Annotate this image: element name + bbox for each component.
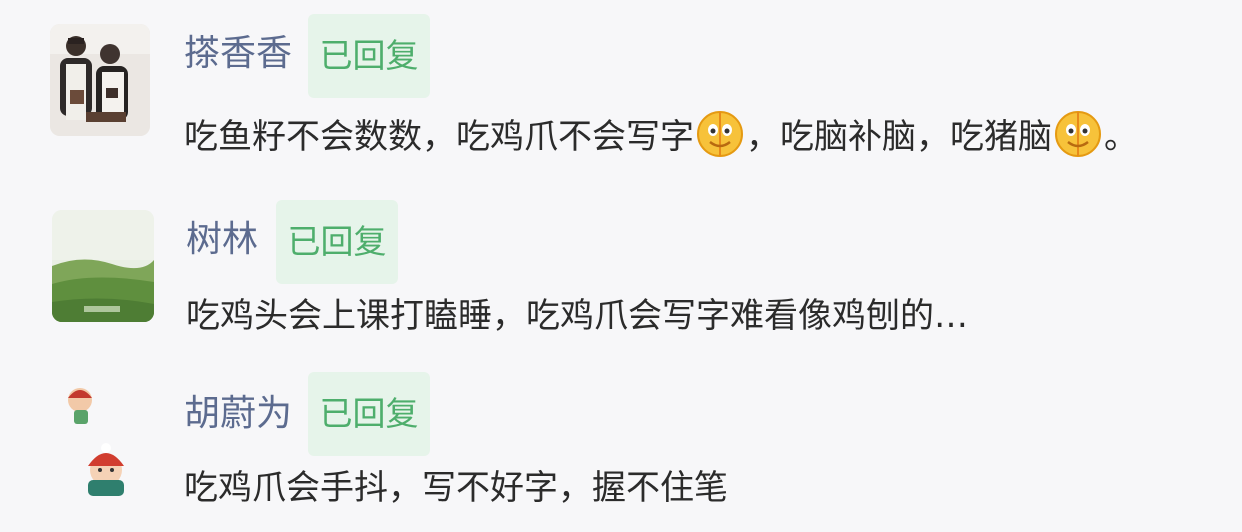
replied-badge: 已回复 [308, 372, 430, 456]
replied-badge: 已回复 [308, 14, 430, 98]
comment-item: 搽香香 已回复 吃鱼籽不会数数，吃鸡爪不会写字 ，吃脑补脑，吃猪脑 。 [0, 0, 1242, 190]
comment-text-part: 。 [1104, 117, 1138, 157]
comment-text-part: 吃鱼籽不会数数，吃鸡爪不会写字 [184, 117, 694, 157]
couple-photo-avatar-icon [50, 24, 150, 136]
commenter-name[interactable]: 树林 [186, 220, 258, 260]
comment-text: 吃鱼籽不会数数，吃鸡爪不会写字 ，吃脑补脑，吃猪脑 。 [184, 110, 1138, 158]
cartoon-kids-avatar-icon [68, 388, 124, 496]
comment-list: 搽香香 已回复 吃鱼籽不会数数，吃鸡爪不会写字 ，吃脑补脑，吃猪脑 。 树林 已… [0, 0, 1242, 532]
commenter-name[interactable]: 胡蔚为 [184, 394, 292, 434]
comment-text-part: ，吃脑补脑，吃猪脑 [746, 117, 1052, 157]
comment-text: 吃鸡爪会手抖，写不好字，握不住笔 [184, 468, 728, 508]
comment-item: 胡蔚为 已回复 吃鸡爪会手抖，写不好字，握不住笔 [0, 360, 1242, 532]
replied-badge: 已回复 [276, 200, 398, 284]
commenter-name[interactable]: 搽香香 [184, 34, 292, 74]
comment-item: 树林 已回复 吃鸡头会上课打瞌睡，吃鸡爪会写字难看像鸡刨的… [0, 190, 1242, 360]
grinning-face-emoji-icon [697, 111, 743, 157]
avatar[interactable] [58, 380, 142, 500]
comment-text: 吃鸡头会上课打瞌睡，吃鸡爪会写字难看像鸡刨的… [186, 296, 968, 336]
avatar[interactable] [50, 24, 150, 136]
landscape-photo-avatar-icon [52, 210, 154, 322]
grinning-face-emoji-icon [1055, 111, 1101, 157]
avatar[interactable] [52, 210, 154, 322]
